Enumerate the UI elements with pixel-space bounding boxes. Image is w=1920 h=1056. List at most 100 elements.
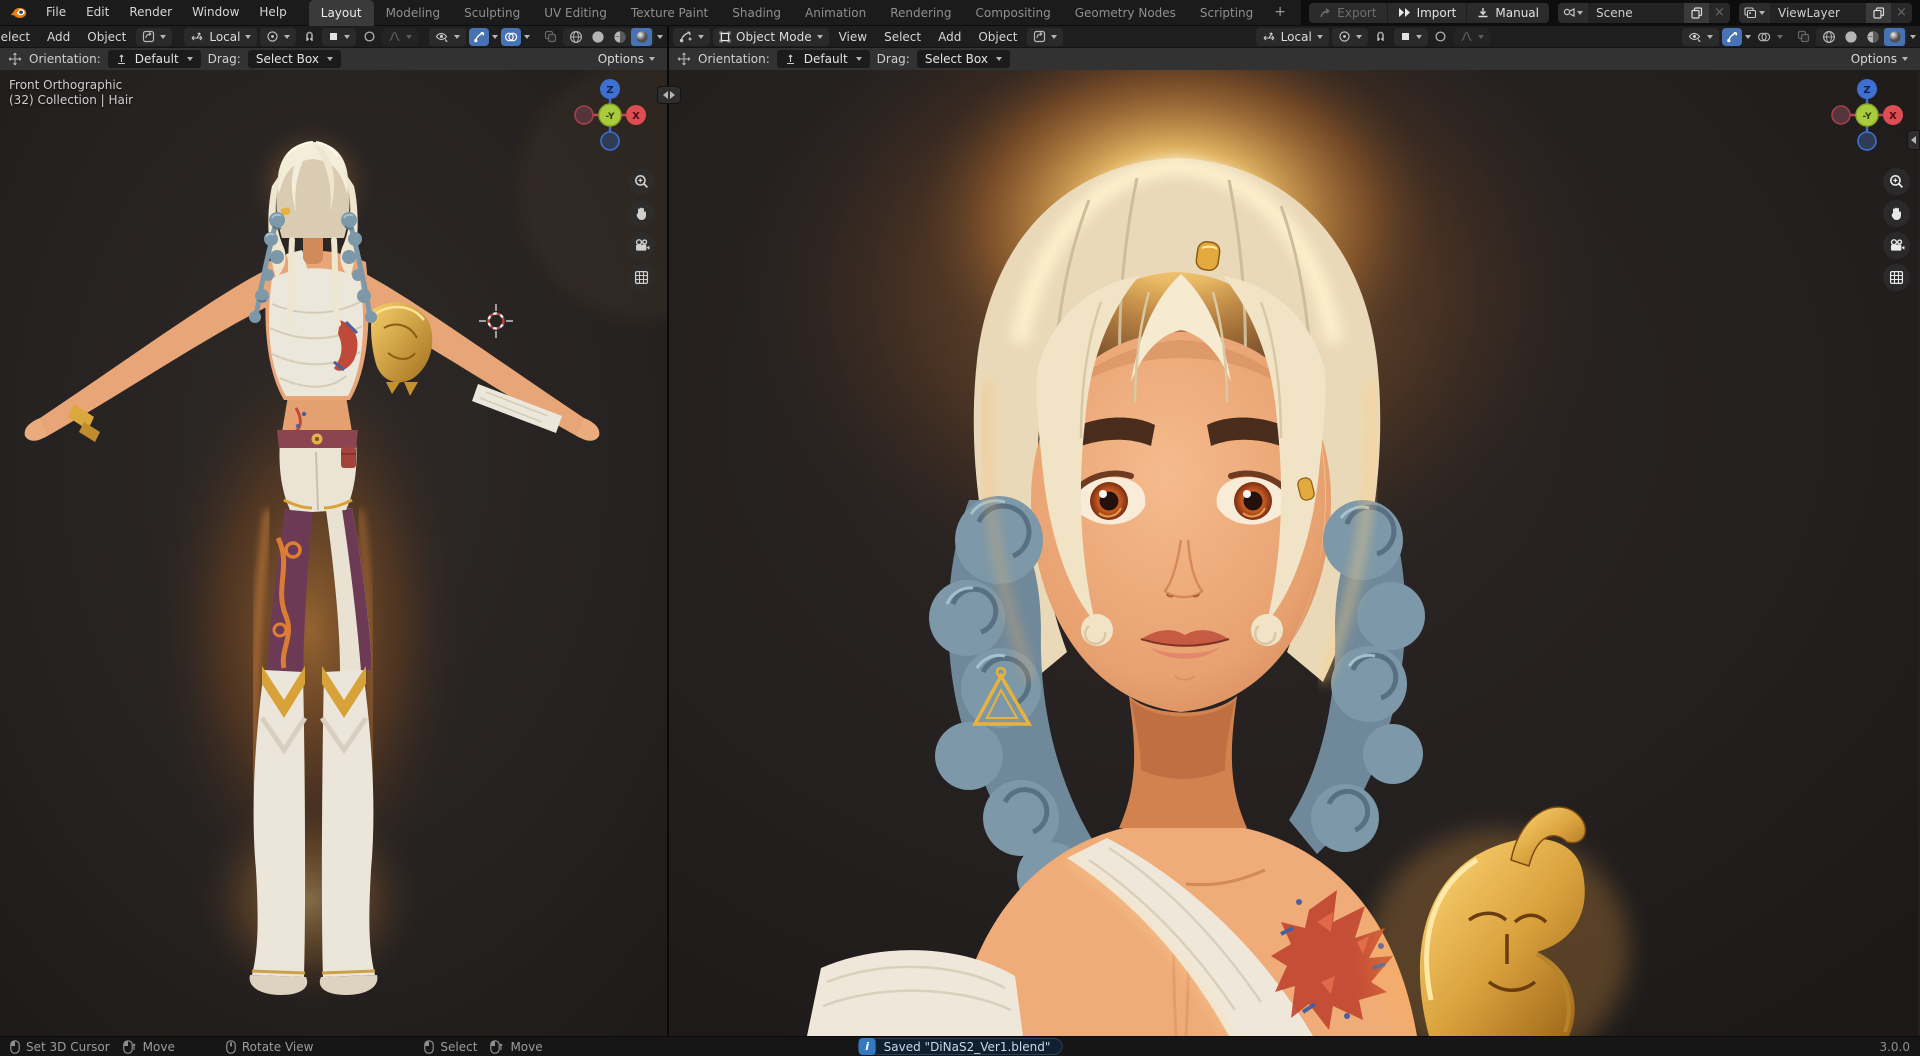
object-visibility-dropdown[interactable] — [1682, 28, 1719, 46]
object-visibility-dropdown[interactable] — [429, 28, 466, 46]
tab-scripting[interactable]: Scripting — [1188, 0, 1265, 26]
viewlayer-remove-button[interactable]: × — [1891, 3, 1912, 23]
manual-button[interactable]: Manual — [1466, 3, 1549, 23]
viewlayer-name[interactable]: ViewLayer — [1770, 6, 1866, 20]
drag-mode-dropdown[interactable]: Select Box — [917, 50, 1010, 68]
camera-view-button[interactable] — [1883, 232, 1910, 259]
snap-target-dropdown[interactable] — [1394, 28, 1428, 46]
zoom-button[interactable] — [1883, 168, 1910, 195]
import-button[interactable]: Import — [1387, 3, 1467, 23]
show-gizmo-toggle[interactable] — [469, 28, 489, 46]
menu-object[interactable]: Object — [971, 30, 1024, 44]
xray-toggle[interactable] — [540, 28, 560, 46]
pivot-point-dropdown[interactable] — [1332, 28, 1368, 46]
tab-sculpting[interactable]: Sculpting — [452, 0, 532, 26]
menu-edit[interactable]: Edit — [76, 0, 119, 25]
navigation-gizmo[interactable]: Z X -Y — [571, 76, 649, 154]
tool-options-button[interactable]: Options — [1851, 52, 1912, 66]
menu-add[interactable]: Add — [40, 30, 77, 44]
scene-unlink-button[interactable]: × — [1709, 3, 1730, 23]
tool-options-button[interactable]: Options — [598, 52, 659, 66]
menu-help[interactable]: Help — [249, 0, 296, 25]
shading-wireframe-button[interactable] — [1818, 28, 1839, 46]
scene-new-copy-button[interactable] — [1684, 3, 1709, 23]
show-gizmo-toggle[interactable] — [1722, 28, 1742, 46]
gizmo-axis-x-neg[interactable] — [1832, 106, 1850, 124]
add-workspace-button[interactable]: + — [1265, 0, 1295, 26]
select-tool-dropdown[interactable] — [136, 28, 172, 46]
gizmo-dropdown-chevron[interactable] — [1745, 35, 1751, 39]
tab-modeling[interactable]: Modeling — [374, 0, 453, 26]
tab-layout[interactable]: Layout — [309, 0, 374, 26]
transform-orientation-dropdown[interactable]: Local — [184, 28, 257, 46]
viewport-right-canvas[interactable]: Z X -Y — [669, 70, 1920, 1036]
proportional-falloff-dropdown[interactable] — [382, 28, 418, 46]
proportional-editing-toggle[interactable] — [359, 28, 379, 46]
navigation-gizmo[interactable]: Z X -Y — [1828, 76, 1906, 154]
gizmo-axis-x[interactable]: X — [1883, 105, 1903, 125]
select-tool-dropdown[interactable] — [1027, 28, 1063, 46]
mode-dropdown[interactable]: Object Mode — [713, 28, 829, 46]
menu-select[interactable]: Select — [0, 30, 37, 44]
tab-geometry-nodes[interactable]: Geometry Nodes — [1063, 0, 1188, 26]
tab-rendering[interactable]: Rendering — [878, 0, 963, 26]
export-button[interactable]: Export — [1309, 3, 1386, 23]
overlays-dropdown-chevron[interactable] — [524, 35, 530, 39]
shading-material-button[interactable] — [609, 28, 630, 46]
menu-render[interactable]: Render — [119, 0, 182, 25]
pan-button[interactable] — [628, 200, 655, 227]
shading-solid-button[interactable] — [1840, 28, 1861, 46]
tool-orientation-dropdown[interactable]: Default — [108, 50, 201, 68]
pivot-point-dropdown[interactable] — [260, 28, 296, 46]
camera-view-button[interactable] — [628, 232, 655, 259]
transform-orientation-dropdown[interactable]: Local — [1256, 28, 1329, 46]
proportional-editing-toggle[interactable] — [1431, 28, 1451, 46]
scene-name[interactable]: Scene — [1588, 6, 1684, 20]
scene-browse-button[interactable] — [1558, 3, 1588, 23]
shading-rendered-button[interactable] — [1884, 28, 1905, 46]
gizmo-axis-y-front[interactable]: -Y — [1856, 104, 1878, 126]
sidebar-expand-toggle[interactable] — [1907, 130, 1920, 150]
gizmo-axis-z-neg[interactable] — [1858, 132, 1876, 150]
menu-file[interactable]: File — [36, 0, 76, 25]
show-overlays-toggle[interactable] — [501, 28, 521, 46]
xray-toggle[interactable] — [1793, 28, 1813, 46]
menu-add[interactable]: Add — [931, 30, 968, 44]
region-resize-toggle[interactable] — [657, 86, 681, 104]
toggle-ortho-button[interactable] — [1883, 264, 1910, 291]
tab-animation[interactable]: Animation — [793, 0, 878, 26]
menu-window[interactable]: Window — [182, 0, 249, 25]
menu-object[interactable]: Object — [80, 30, 133, 44]
shading-dropdown-chevron[interactable] — [1910, 35, 1916, 39]
show-overlays-toggle[interactable] — [1754, 28, 1774, 46]
viewlayer-browse-button[interactable] — [1739, 3, 1770, 23]
snap-target-dropdown[interactable] — [322, 28, 356, 46]
gizmo-axis-z-neg[interactable] — [601, 132, 619, 150]
overlays-dropdown-chevron[interactable] — [1777, 35, 1783, 39]
gizmo-axis-z[interactable]: Z — [1857, 79, 1877, 99]
snap-toggle[interactable] — [1371, 28, 1391, 46]
gizmo-axis-y-front[interactable]: -Y — [599, 104, 621, 126]
zoom-button[interactable] — [628, 168, 655, 195]
gizmo-axis-z[interactable]: Z — [600, 79, 620, 99]
tab-compositing[interactable]: Compositing — [963, 0, 1062, 26]
drag-mode-dropdown[interactable]: Select Box — [248, 50, 341, 68]
gizmo-dropdown-chevron[interactable] — [492, 35, 498, 39]
editor-type-dropdown[interactable] — [673, 28, 710, 46]
snap-toggle[interactable] — [299, 28, 319, 46]
viewlayer-new-copy-button[interactable] — [1866, 3, 1891, 23]
shading-material-button[interactable] — [1862, 28, 1883, 46]
tab-shading[interactable]: Shading — [720, 0, 793, 26]
tab-uv-editing[interactable]: UV Editing — [532, 0, 619, 26]
tool-orientation-dropdown[interactable]: Default — [777, 50, 870, 68]
blender-logo-icon[interactable] — [0, 5, 36, 20]
gizmo-axis-x[interactable]: X — [626, 105, 646, 125]
pan-button[interactable] — [1883, 200, 1910, 227]
shading-wireframe-button[interactable] — [565, 28, 586, 46]
toggle-ortho-button[interactable] — [628, 264, 655, 291]
shading-solid-button[interactable] — [587, 28, 608, 46]
viewport-left-canvas[interactable]: Front Orthographic (32) Collection | Hai… — [0, 70, 667, 1036]
shading-rendered-button[interactable] — [631, 28, 652, 46]
shading-dropdown-chevron[interactable] — [657, 35, 663, 39]
menu-select[interactable]: Select — [877, 30, 928, 44]
